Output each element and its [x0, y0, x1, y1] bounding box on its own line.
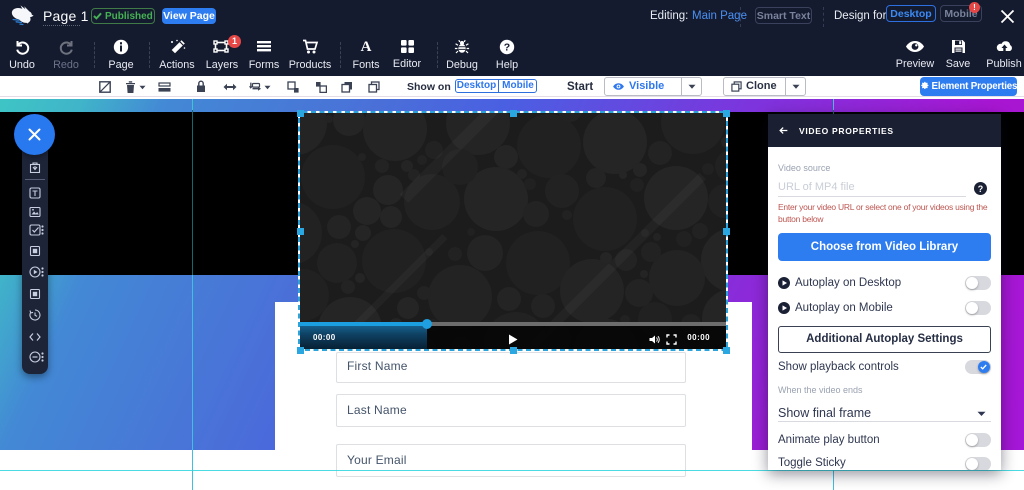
svg-text:?: ?: [978, 184, 983, 194]
svg-text:?: ?: [504, 42, 510, 54]
